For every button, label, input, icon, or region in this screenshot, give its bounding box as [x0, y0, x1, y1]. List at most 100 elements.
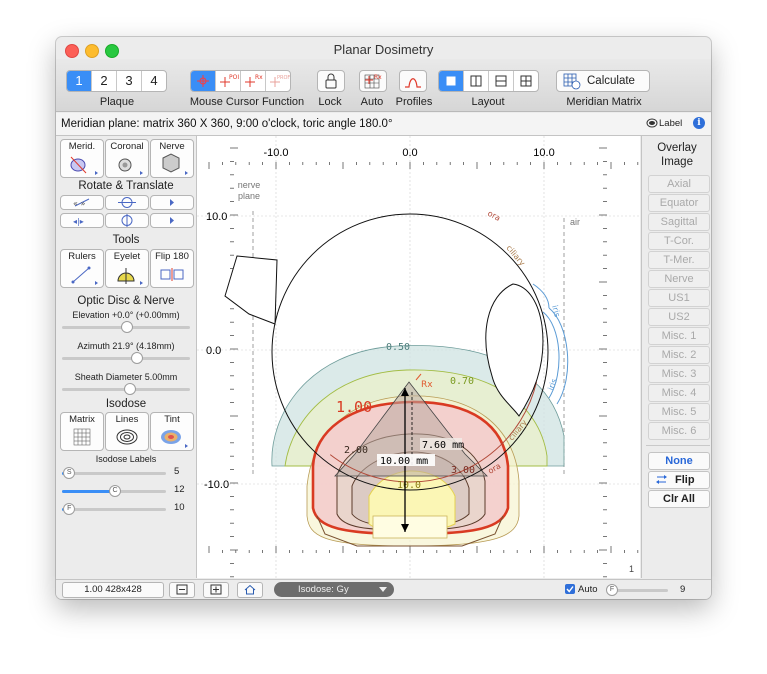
azimuth-slider[interactable]: [62, 352, 190, 364]
flip-180-button[interactable]: Flip 180: [150, 249, 194, 288]
elevation-slider[interactable]: [62, 321, 190, 333]
overlay-sagittal-button[interactable]: Sagittal: [648, 213, 710, 231]
flip-arrows-icon: [656, 475, 667, 484]
azimuth-slider-knob[interactable]: [131, 352, 144, 364]
rotate-right-button[interactable]: [150, 195, 194, 210]
dosimetry-plot-canvas[interactable]: -10.0 0.0 10.0 10.0 0.0 -10.0 nerve plan…: [197, 136, 640, 578]
layout-horizontal-button[interactable]: [488, 71, 513, 91]
auto-button[interactable]: Rx: [359, 70, 387, 92]
calculate-button[interactable]: Calculate: [556, 70, 650, 92]
isodose-lines-button[interactable]: Lines: [105, 412, 149, 451]
overlay-none-button[interactable]: None: [648, 452, 710, 470]
rotate-translate-title: Rotate & Translate: [78, 180, 174, 192]
sheath-slider-knob[interactable]: [123, 383, 136, 395]
isodose-label-slider-knob[interactable]: F: [63, 503, 76, 515]
profile-curve-icon: [405, 78, 421, 88]
eyelet-button[interactable]: Eyelet: [105, 249, 149, 288]
calculate-label: Calculate: [587, 75, 635, 87]
isodose-label-slider-value: 12: [174, 484, 185, 495]
overlay-misc-1-button[interactable]: Misc. 1: [648, 327, 710, 345]
nerve-view-button[interactable]: Nerve: [150, 139, 194, 178]
auto-label: Auto: [360, 96, 384, 108]
lock-button[interactable]: [317, 70, 345, 92]
overlay-us2-button[interactable]: US2: [648, 308, 710, 326]
overlay-equator-button[interactable]: Equator: [648, 194, 710, 212]
profiles-button[interactable]: [399, 70, 427, 92]
elevation-label: Elevation +0.0° (+0.00mm): [72, 310, 180, 320]
nerve-plane-label-1: nerve: [238, 180, 261, 190]
overlay-t-cor-button[interactable]: T-Cor.: [648, 232, 710, 250]
top-tick-neg10: -10.0: [263, 147, 288, 159]
meridional-view-button[interactable]: Merid.: [60, 139, 104, 178]
single-pane-icon: [446, 76, 456, 86]
plaque-1-button[interactable]: 1: [67, 71, 91, 91]
overlay-misc-2-button[interactable]: Misc. 2: [648, 346, 710, 364]
elevation-slider-knob[interactable]: [121, 321, 133, 333]
ruler-1000-label: 10.00 mm: [380, 456, 428, 467]
ruler-760-label: 7.60 mm: [422, 440, 464, 451]
overlay-misc-5-button[interactable]: Misc. 5: [648, 403, 710, 421]
layout-vertical-button[interactable]: [463, 71, 488, 91]
rotate-flip-button[interactable]: « »: [60, 195, 104, 210]
layout-label: Layout: [471, 96, 505, 108]
plaque-3-button[interactable]: 3: [116, 71, 141, 91]
isodose-label-slider[interactable]: S: [62, 467, 166, 479]
mouse-cursor-selector[interactable]: POI Rx PROF: [190, 70, 291, 92]
rotate-center-button[interactable]: [105, 195, 149, 210]
svg-text:POI: POI: [229, 74, 239, 81]
isodose-label-slider[interactable]: C: [62, 485, 166, 497]
overlay-us1-button[interactable]: US1: [648, 289, 710, 307]
isodose-units-select[interactable]: Isodose: Gy: [274, 582, 394, 597]
cursor-crosshair-button[interactable]: [191, 71, 215, 91]
isodose-label-050: 0.50: [386, 342, 410, 353]
auto-checkbox[interactable]: [565, 584, 575, 594]
bottom-slider[interactable]: F: [606, 584, 668, 596]
translate-right-button[interactable]: [150, 213, 194, 228]
isodose-matrix-button[interactable]: Matrix: [60, 412, 104, 451]
svg-text:PROF: PROF: [277, 75, 290, 81]
left-panel: Merid. Coronal Nerve Rotate & Translate …: [56, 136, 197, 578]
cursor-poi-button[interactable]: POI: [215, 71, 240, 91]
auto-grid-icon: Rx: [364, 74, 382, 89]
overlay-misc-4-button[interactable]: Misc. 4: [648, 384, 710, 402]
overlay-t-mer-button[interactable]: T-Mer.: [648, 251, 710, 269]
overlay-misc-6-button[interactable]: Misc. 6: [648, 422, 710, 440]
layout-single-button[interactable]: [439, 71, 463, 91]
rotate-diagonal-icon: « »: [73, 198, 90, 208]
bottom-slider-knob[interactable]: F: [606, 584, 618, 596]
split-vertical-icon: [470, 75, 482, 87]
layout-quad-button[interactable]: [513, 71, 538, 91]
isodose-tint-button[interactable]: Tint: [150, 412, 194, 451]
plaque-2-button[interactable]: 2: [91, 71, 116, 91]
coronal-view-button[interactable]: Coronal: [105, 139, 149, 178]
cursor-rx-button[interactable]: Rx: [240, 71, 265, 91]
window-title: Planar Dosimetry: [333, 42, 434, 57]
layout-selector[interactable]: [438, 70, 539, 92]
overlay-axial-button[interactable]: Axial: [648, 175, 710, 193]
rulers-button[interactable]: Rulers: [60, 249, 104, 288]
poi-cursor-icon: POI: [220, 74, 239, 87]
zoom-in-button[interactable]: [203, 582, 229, 598]
isodose-label-slider[interactable]: F: [62, 503, 166, 515]
label-toggle-icon[interactable]: [646, 117, 658, 128]
plaque-4-button[interactable]: 4: [141, 71, 166, 91]
overlay-flip-button[interactable]: Flip: [648, 471, 710, 489]
air-label: air: [570, 217, 580, 227]
isodose-label-slider-knob[interactable]: S: [63, 467, 76, 479]
nerve-plane-label-2: plane: [238, 191, 260, 201]
cursor-profile-button[interactable]: PROF: [265, 71, 290, 91]
plaque-selector[interactable]: 1 2 3 4: [66, 70, 167, 92]
bottom-slider-value: 9: [680, 584, 686, 595]
ora-top-label: ora: [486, 209, 502, 223]
dosimetry-plot[interactable]: -10.0 0.0 10.0 10.0 0.0 -10.0 nerve plan…: [197, 136, 640, 578]
overlay-clear-all-button[interactable]: Clr All: [648, 490, 710, 508]
isodose-label-slider-knob[interactable]: C: [109, 485, 121, 497]
zoom-out-button[interactable]: [169, 582, 195, 598]
overlay-nerve-button[interactable]: Nerve: [648, 270, 710, 288]
translate-horizontal-button[interactable]: ◂|▸: [60, 213, 104, 228]
home-button[interactable]: [237, 582, 263, 598]
info-icon[interactable]: i: [693, 117, 705, 129]
overlay-misc-3-button[interactable]: Misc. 3: [648, 365, 710, 383]
sheath-slider[interactable]: [62, 383, 190, 395]
translate-center-button[interactable]: [105, 213, 149, 228]
